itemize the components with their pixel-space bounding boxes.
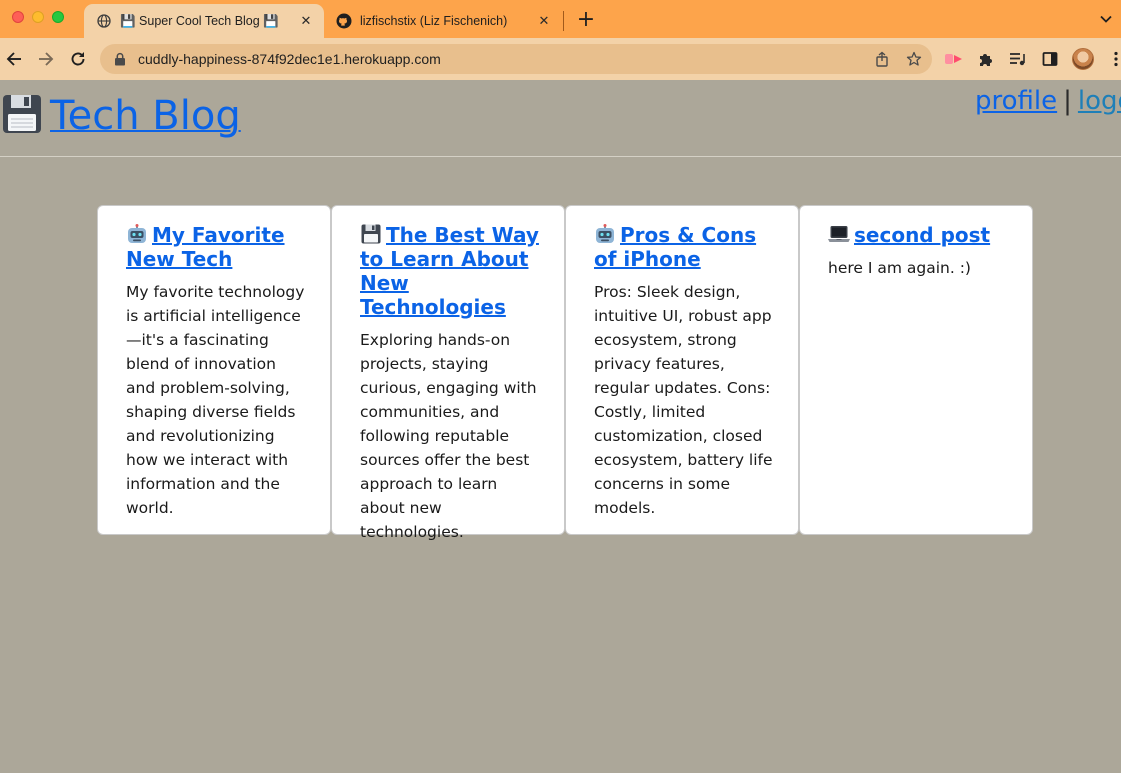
address-bar[interactable]: cuddly-happiness-874f92dec1e1.herokuapp.… (100, 44, 932, 74)
post-title-link[interactable]: second post (854, 223, 990, 247)
tab-github-profile[interactable]: lizfischstix (Liz Fischenich) ✕ (326, 4, 562, 38)
post-card: Pros & Cons of iPhone Pros: Sleek design… (565, 205, 799, 535)
post-title-link[interactable]: The Best Way to Learn About New Technolo… (360, 223, 539, 319)
reload-icon[interactable] (68, 49, 88, 69)
post-title: The Best Way to Learn About New Technolo… (360, 223, 542, 319)
laptop-icon (828, 224, 850, 244)
site-title: Tech Blog (2, 92, 241, 140)
back-arrow-icon[interactable] (4, 49, 24, 69)
side-panel-icon[interactable] (1040, 49, 1060, 69)
tab-separator (563, 11, 564, 31)
post-body: here I am again. :) (828, 259, 971, 277)
floppy-disk-icon (2, 94, 42, 134)
url-text: cuddly-happiness-874f92dec1e1.herokuapp.… (138, 51, 441, 67)
profile-avatar[interactable] (1072, 48, 1094, 70)
browser-toolbar: cuddly-happiness-874f92dec1e1.herokuapp.… (0, 38, 1121, 80)
post-card: My Favorite New Tech My favorite technol… (97, 205, 331, 535)
site-header: Tech Blog profile|logout (0, 80, 1121, 157)
tab-super-cool-tech-blog[interactable]: 💾 Super Cool Tech Blog 💾 ✕ (84, 4, 324, 38)
post-title-link[interactable]: My Favorite New Tech (126, 223, 285, 271)
post-card: The Best Way to Learn About New Technolo… (331, 205, 565, 541)
post-body: Exploring hands-on projects, staying cur… (360, 331, 537, 541)
browser-tab-bar: 💾 Super Cool Tech Blog 💾 ✕ lizfischstix … (0, 0, 1121, 38)
puzzle-extensions-icon[interactable] (976, 49, 996, 69)
post-title: Pros & Cons of iPhone (594, 223, 776, 271)
robot-icon (594, 224, 616, 244)
cast-extension-icon[interactable] (944, 49, 964, 69)
kebab-menu-icon[interactable] (1106, 49, 1121, 69)
share-icon[interactable] (873, 50, 891, 68)
post-title: My Favorite New Tech (126, 223, 308, 271)
forward-arrow-icon[interactable] (36, 49, 56, 69)
new-tab-button[interactable]: + (574, 8, 598, 32)
post-list: My Favorite New Tech My favorite technol… (97, 205, 1033, 541)
profile-link[interactable]: profile (975, 86, 1057, 116)
nav-separator: | (1063, 86, 1072, 116)
globe-icon (96, 13, 112, 29)
window-maximize-button[interactable] (52, 11, 64, 23)
post-body: Pros: Sleek design, intuitive UI, robust… (594, 283, 773, 517)
header-nav: profile|logout (975, 84, 1121, 118)
media-playlist-icon[interactable] (1008, 49, 1028, 69)
lock-icon[interactable] (114, 52, 128, 66)
post-card: second post here I am again. :) (799, 205, 1033, 535)
robot-icon (126, 224, 148, 244)
post-body: My favorite technology is artificial int… (126, 283, 305, 517)
tab-title: lizfischstix (Liz Fischenich) (360, 14, 508, 28)
tab-close-icon[interactable]: ✕ (536, 13, 552, 29)
post-title: second post (828, 223, 1010, 247)
tab-title: 💾 Super Cool Tech Blog 💾 (120, 13, 279, 28)
page-viewport: Tech Blog profile|logout My Favorite New… (0, 80, 1121, 773)
window-close-button[interactable] (12, 11, 24, 23)
logout-link[interactable]: logout (1078, 86, 1121, 116)
floppy-disk-icon (360, 224, 382, 244)
site-title-link[interactable]: Tech Blog (50, 93, 241, 139)
chevron-down-icon[interactable] (1097, 10, 1115, 28)
github-icon (336, 13, 352, 29)
star-bookmark-icon[interactable] (905, 50, 923, 68)
window-minimize-button[interactable] (32, 11, 44, 23)
tab-close-icon[interactable]: ✕ (298, 13, 314, 29)
post-title-link[interactable]: Pros & Cons of iPhone (594, 223, 756, 271)
